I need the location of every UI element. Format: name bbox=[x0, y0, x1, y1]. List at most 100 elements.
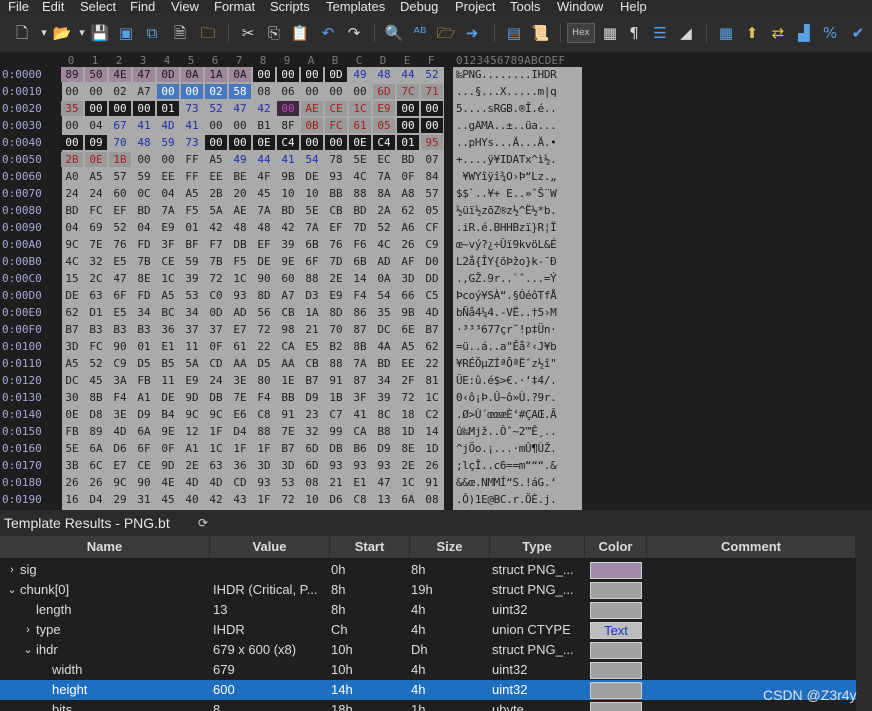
hex-byte[interactable]: 44 bbox=[253, 152, 275, 167]
hex-byte[interactable]: 8B bbox=[85, 390, 107, 405]
hex-byte[interactable]: 10 bbox=[277, 186, 299, 201]
hex-byte[interactable]: 9C bbox=[109, 475, 131, 490]
hex-byte[interactable]: 26 bbox=[85, 475, 107, 490]
hex-byte[interactable]: E5 bbox=[109, 254, 131, 269]
hex-byte[interactable]: 3D bbox=[61, 339, 83, 354]
hex-byte[interactable]: 89 bbox=[61, 67, 83, 82]
hex-byte[interactable]: 4C bbox=[373, 237, 395, 252]
hex-byte[interactable]: D5 bbox=[253, 356, 275, 371]
hex-byte[interactable]: B8 bbox=[373, 424, 395, 439]
hex-byte[interactable]: 63 bbox=[205, 458, 227, 473]
hex-byte[interactable]: 6F bbox=[109, 288, 131, 303]
ascii-row[interactable]: œ~vý?¿÷Ûï9kvöL&É bbox=[456, 238, 580, 251]
histogram-icon[interactable]: ▟ bbox=[794, 23, 814, 43]
hex-byte[interactable]: BB bbox=[325, 186, 347, 201]
hex-byte[interactable]: 2E bbox=[397, 458, 419, 473]
hex-byte[interactable]: 56 bbox=[253, 305, 275, 320]
hex-byte[interactable]: 93 bbox=[325, 458, 347, 473]
hex-byte[interactable]: 42 bbox=[253, 101, 275, 116]
hex-byte[interactable]: 0A bbox=[181, 67, 203, 82]
hex-byte[interactable]: 91 bbox=[325, 373, 347, 388]
find-in-files-icon[interactable]: 🗁 bbox=[436, 23, 456, 43]
hex-byte[interactable]: 8C bbox=[373, 407, 395, 422]
hex-byte[interactable]: E1 bbox=[349, 475, 371, 490]
save-all-icon[interactable]: ▣ bbox=[116, 23, 136, 43]
hex-byte[interactable]: 21 bbox=[301, 322, 323, 337]
hex-byte[interactable]: 61 bbox=[229, 339, 251, 354]
hex-byte[interactable]: 52 bbox=[85, 356, 107, 371]
hex-byte[interactable]: 00 bbox=[301, 67, 323, 82]
hex-byte[interactable]: 62 bbox=[421, 339, 443, 354]
hex-byte[interactable]: 3F bbox=[349, 390, 371, 405]
hex-byte[interactable]: A0 bbox=[61, 169, 83, 184]
hex-byte[interactable]: E7 bbox=[229, 322, 251, 337]
hex-byte[interactable]: 1C bbox=[157, 271, 179, 286]
hex-byte[interactable]: 12 bbox=[181, 424, 203, 439]
hex-byte[interactable]: CE bbox=[133, 458, 155, 473]
hex-byte[interactable]: 00 bbox=[205, 135, 227, 150]
hex-byte[interactable]: 6B bbox=[349, 254, 371, 269]
hex-byte[interactable]: 04 bbox=[85, 118, 107, 133]
hex-byte[interactable]: 2F bbox=[397, 373, 419, 388]
hex-byte[interactable]: 88 bbox=[253, 424, 275, 439]
hex-byte[interactable]: E9 bbox=[157, 220, 179, 235]
hex-byte[interactable]: 45 bbox=[157, 492, 179, 507]
hex-byte[interactable]: BD bbox=[373, 356, 395, 371]
hex-byte[interactable]: 9E bbox=[157, 424, 179, 439]
hex-byte[interactable]: 60 bbox=[277, 271, 299, 286]
hex-byte[interactable]: 72 bbox=[253, 322, 275, 337]
hex-byte[interactable]: 7C bbox=[397, 84, 419, 99]
hex-byte[interactable]: EC bbox=[373, 152, 395, 167]
hex-byte[interactable]: 4F bbox=[253, 169, 275, 184]
hex-byte[interactable]: 00 bbox=[349, 84, 371, 99]
highlight-icon[interactable]: ◢ bbox=[676, 23, 696, 43]
hex-byte[interactable]: 18 bbox=[397, 407, 419, 422]
refresh-icon[interactable]: ⟳ bbox=[198, 516, 208, 530]
hex-byte[interactable]: 7E bbox=[277, 424, 299, 439]
hex-byte[interactable]: 7A bbox=[349, 356, 371, 371]
hex-byte[interactable]: D1 bbox=[85, 305, 107, 320]
hex-byte[interactable]: 1D bbox=[397, 424, 419, 439]
hex-byte[interactable]: C2 bbox=[421, 407, 443, 422]
hex-byte[interactable]: 9E bbox=[277, 254, 299, 269]
hex-byte[interactable]: 1C bbox=[397, 475, 419, 490]
hex-byte[interactable]: 00 bbox=[397, 101, 419, 116]
hex-byte[interactable]: 4E bbox=[109, 67, 131, 82]
hex-byte[interactable]: AA bbox=[277, 356, 299, 371]
hex-byte[interactable]: 0E bbox=[349, 135, 371, 150]
hex-byte[interactable]: 89 bbox=[85, 424, 107, 439]
hex-byte[interactable]: 48 bbox=[133, 135, 155, 150]
hex-byte[interactable]: 0D bbox=[205, 305, 227, 320]
hex-byte[interactable]: DB bbox=[325, 441, 347, 456]
hex-byte[interactable]: DC bbox=[373, 322, 395, 337]
hex-byte[interactable]: 3B bbox=[61, 458, 83, 473]
hex-byte[interactable]: 00 bbox=[157, 84, 179, 99]
new-file-icon[interactable]: 🗋 bbox=[12, 23, 32, 43]
hex-byte[interactable]: 21 bbox=[325, 475, 347, 490]
hex-byte[interactable]: 9C bbox=[61, 237, 83, 252]
hex-byte[interactable]: 10 bbox=[301, 492, 323, 507]
hex-byte[interactable]: 7E bbox=[85, 237, 107, 252]
hex-byte[interactable]: 32 bbox=[301, 424, 323, 439]
hex-byte[interactable]: 8F bbox=[277, 118, 299, 133]
hex-byte[interactable]: A6 bbox=[397, 220, 419, 235]
hex-byte[interactable]: 62 bbox=[397, 203, 419, 218]
hex-byte[interactable]: 00 bbox=[157, 152, 179, 167]
hex-byte[interactable]: 6C bbox=[85, 458, 107, 473]
template-row[interactable]: length 13 8h 4h uint32 bbox=[0, 600, 856, 620]
menu-window[interactable]: Window bbox=[557, 0, 603, 13]
hex-byte[interactable]: CA bbox=[277, 339, 299, 354]
hex-byte[interactable]: 26 bbox=[61, 475, 83, 490]
hex-byte[interactable]: D9 bbox=[301, 390, 323, 405]
hex-byte[interactable]: AA bbox=[229, 356, 251, 371]
hex-byte[interactable]: 02 bbox=[109, 84, 131, 99]
hex-byte[interactable]: C7 bbox=[325, 407, 347, 422]
hex-byte[interactable]: FF bbox=[181, 169, 203, 184]
hex-byte[interactable]: 01 bbox=[397, 135, 419, 150]
hex-byte[interactable]: CD bbox=[229, 475, 251, 490]
template-row[interactable]: › sig 0h 8h struct PNG_... bbox=[0, 560, 856, 580]
hex-byte[interactable]: BE bbox=[229, 169, 251, 184]
template-row[interactable]: width 679 10h 4h uint32 bbox=[0, 660, 856, 680]
hex-byte[interactable]: 0E bbox=[85, 152, 107, 167]
hex-byte[interactable]: 41 bbox=[277, 152, 299, 167]
